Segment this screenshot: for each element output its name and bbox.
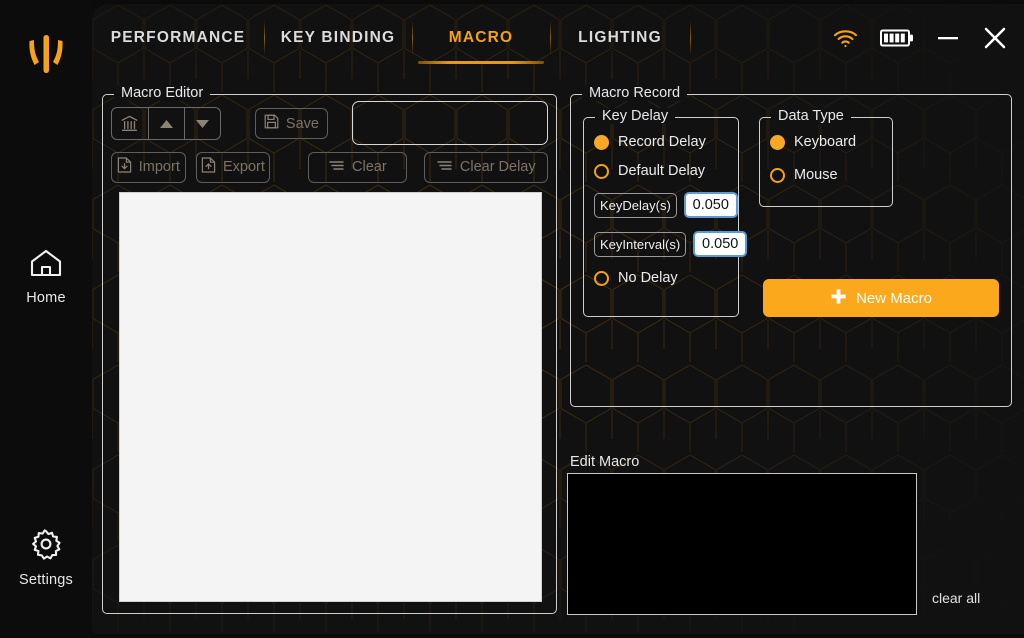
data-type-group: Data Type Keyboard Mouse <box>759 108 893 207</box>
macro-item-actions <box>111 107 221 140</box>
radio-indicator-keyboard <box>770 134 785 150</box>
sidebar-item-label-settings: Settings <box>19 572 73 588</box>
key-delay-legend: Key Delay <box>595 108 676 124</box>
save-button[interactable]: Save <box>254 108 328 139</box>
file-upload-icon <box>201 157 216 177</box>
edit-macro-textarea[interactable] <box>567 473 917 615</box>
radio-label-default-delay: Default Delay <box>618 163 706 179</box>
save-button-label: Save <box>285 115 319 132</box>
radio-mouse[interactable]: Mouse <box>770 167 856 183</box>
radio-label-record-delay: Record Delay <box>618 134 706 150</box>
close-icon[interactable] <box>982 25 1008 51</box>
clear-button-label: Clear <box>352 159 387 175</box>
sidebar: Home Settings <box>0 0 92 638</box>
tab-performance[interactable]: PERFORMANCE <box>92 4 264 72</box>
key-interval-field-label: KeyInterval(s) <box>594 231 687 257</box>
brand-logo-icon <box>0 26 92 82</box>
radio-label-no-delay: No Delay <box>618 270 678 286</box>
new-macro-button-label: New Macro <box>856 289 932 307</box>
radio-no-delay[interactable]: No Delay <box>594 270 747 286</box>
triangle-down-icon[interactable] <box>183 108 220 139</box>
minimize-icon[interactable] <box>936 28 960 48</box>
radio-indicator-default-delay <box>594 163 609 179</box>
wifi-icon[interactable] <box>833 28 858 48</box>
floppy-disk-icon <box>264 114 279 133</box>
tab-bar-spacer <box>690 4 754 72</box>
list-lines-icon <box>436 159 453 175</box>
clear-delay-button[interactable]: Clear Delay <box>423 151 548 183</box>
clear-button[interactable]: Clear <box>308 151 407 183</box>
macro-record-legend: Macro Record <box>582 85 688 101</box>
radio-label-mouse: Mouse <box>794 167 838 183</box>
radio-default-delay[interactable]: Default Delay <box>594 163 747 179</box>
radio-indicator-record-delay <box>594 134 609 150</box>
triangle-up-icon[interactable] <box>147 108 184 139</box>
plus-icon <box>830 288 847 309</box>
radio-label-keyboard: Keyboard <box>794 134 857 150</box>
tab-lighting[interactable]: LIGHTING <box>550 4 690 72</box>
gear-icon <box>30 528 62 565</box>
edit-macro-label: Edit Macro <box>570 454 640 470</box>
main-window: PERFORMANCE KEY BINDING MACRO LIGHTING M… <box>92 4 1024 634</box>
file-download-icon <box>117 157 132 177</box>
clear-delay-button-label: Clear Delay <box>459 159 536 175</box>
radio-indicator-no-delay <box>594 270 609 286</box>
radio-keyboard[interactable]: Keyboard <box>770 134 856 150</box>
export-button-label: Export <box>222 159 265 175</box>
home-icon <box>29 248 63 283</box>
key-delay-field-row: KeyDelay(s) <box>594 192 747 218</box>
macro-editor-toolbar: Save Import Export Clear Clear Delay <box>111 101 548 183</box>
key-interval-field-row: KeyInterval(s) <box>594 231 748 257</box>
macro-editor-panel: Macro Editor Save Import Export Clear Cl… <box>102 85 557 614</box>
battery-icon[interactable] <box>880 29 914 47</box>
sidebar-item-label-home: Home <box>26 290 66 306</box>
key-interval-input[interactable] <box>693 231 748 257</box>
list-lines-icon <box>328 159 345 175</box>
key-delay-field-label: KeyDelay(s) <box>594 192 677 218</box>
app-root: Home Settings PERFORMANCE KEY BINDING MA… <box>0 0 1024 638</box>
sidebar-item-settings[interactable]: Settings <box>0 528 92 588</box>
macro-editor-legend: Macro Editor <box>114 85 211 101</box>
export-button[interactable]: Export <box>195 151 271 183</box>
import-button[interactable]: Import <box>111 151 186 183</box>
radio-record-delay[interactable]: Record Delay <box>594 134 747 150</box>
import-button-label: Import <box>138 159 180 175</box>
key-delay-group: Key Delay Record Delay Default Delay Key… <box>583 108 748 317</box>
key-delay-input[interactable] <box>683 192 738 218</box>
data-type-legend: Data Type <box>771 108 851 124</box>
clear-all-link[interactable]: clear all <box>932 590 980 606</box>
macro-record-panel: Macro Record Key Delay Record Delay Defa… <box>570 85 1012 407</box>
tab-macro[interactable]: MACRO <box>412 4 550 72</box>
macro-name-input[interactable] <box>352 101 548 145</box>
delete-icon[interactable] <box>112 108 148 139</box>
sidebar-item-home[interactable]: Home <box>0 248 92 306</box>
new-macro-button[interactable]: New Macro <box>763 279 999 317</box>
radio-indicator-mouse <box>770 167 785 183</box>
tab-key-binding[interactable]: KEY BINDING <box>264 4 412 72</box>
macro-list[interactable] <box>119 192 542 602</box>
window-controls <box>833 4 1008 72</box>
